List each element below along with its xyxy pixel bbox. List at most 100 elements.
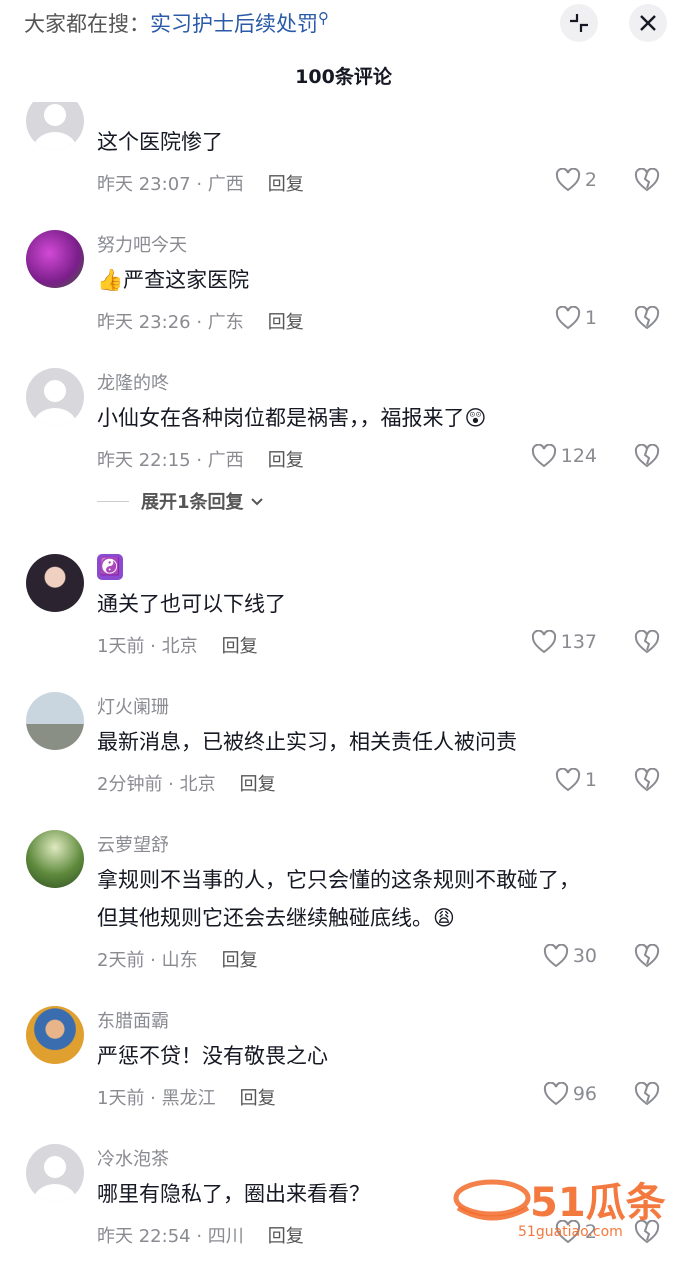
like-button[interactable]: 1 [555,306,597,330]
like-count: 1 [584,769,597,791]
watermark-brand: 51瓜条 [530,1180,666,1226]
comment-time: 昨天 23:07 · 广西 [97,174,244,195]
comment-time: 1天前 · 北京 [97,636,198,657]
comment-meta: 1天前 · 黑龙江 回复 [97,1084,276,1110]
search-suggestion[interactable]: 大家都在搜：实习护士后续处罚⚲ [24,8,329,38]
reply-button[interactable]: 回复 [222,636,258,657]
comment-username[interactable]: 冷水泡茶 [97,1145,169,1171]
like-count: 2 [584,169,597,191]
like-count: 96 [572,1083,597,1105]
heart-icon [555,168,581,192]
comment-item: 龙隆的咚 小仙女在各种岗位都是祸害，，福报来了😲 昨天 22:15 · 广西 回复… [0,368,687,506]
broken-heart-icon [634,767,660,792]
comment-text: 哪里有隐私了，圈出来看看？ [97,1182,370,1206]
comment-text: 通关了也可以下线了 [97,592,286,616]
like-button[interactable]: 1 [555,768,597,792]
like-button[interactable]: 137 [531,630,597,654]
avatar[interactable] [26,830,84,888]
heart-icon [543,944,568,968]
avatar[interactable] [26,1006,84,1064]
search-term[interactable]: 实习护士后续处罚 [150,12,318,36]
user-badge: ☯️ [97,554,123,580]
collapse-icon [570,14,588,32]
close-button[interactable] [629,4,667,42]
comment-text: 👍严查这家医院 [97,268,250,292]
comment-count: 100条评论 [295,66,392,88]
like-button[interactable]: 96 [543,1082,597,1106]
comment-text: 这个医院惨了 [97,130,223,154]
heart-icon [543,1082,568,1106]
comment-meta: 昨天 22:54 · 四川 回复 [97,1222,304,1248]
like-count: 1 [584,307,597,329]
comment-text: 拿规则不当事的人，它只会懂的这条规则不敢碰了， [97,868,580,892]
broken-heart-icon [634,305,660,330]
heart-icon [531,630,556,654]
comment-meta: 昨天 22:15 · 广西 回复 [97,446,304,472]
like-button[interactable]: 2 [555,168,597,192]
avatar[interactable] [26,368,84,426]
reply-button[interactable]: 回复 [268,1226,304,1247]
heart-icon [555,768,581,792]
comment-text-line-2: 但其他规则它还会去继续触碰底线。😩 [97,906,455,930]
reply-button[interactable]: 回复 [268,174,304,195]
comment-username[interactable]: 龙隆的咚 [97,369,169,395]
comment-time: 1天前 · 黑龙江 [97,1088,216,1109]
dislike-button[interactable] [634,305,660,334]
like-button[interactable]: 30 [543,944,597,968]
reply-button[interactable]: 回复 [240,774,276,795]
collapse-button[interactable] [560,4,598,42]
like-count: 124 [560,445,597,467]
comment-username[interactable]: 东腊面霸 [97,1007,169,1033]
like-count: 30 [572,945,597,967]
comment-item: 东腊面霸 严惩不贷！没有敬畏之心 1天前 · 黑龙江 回复 96 [0,1006,687,1144]
avatar[interactable] [26,554,84,612]
comment-item: 这个医院惨了 昨天 23:07 · 广西 回复 2 [0,92,687,230]
comment-username[interactable]: 云萝望舒 [97,831,169,857]
expand-replies-label: 展开1条回复 [141,492,244,513]
like-button[interactable]: 124 [531,444,597,468]
dislike-button[interactable] [634,167,660,196]
dislike-button[interactable] [634,443,660,472]
comment-meta: 昨天 23:26 · 广东 回复 [97,308,304,334]
avatar[interactable] [26,1144,84,1202]
avatar[interactable] [26,692,84,750]
dislike-button[interactable] [634,629,660,658]
dislike-button[interactable] [634,767,660,796]
comments-header: 大家都在搜：实习护士后续处罚⚲ 100条评论 [0,0,687,102]
reply-button[interactable]: 回复 [268,312,304,333]
comment-meta: 昨天 23:07 · 广西 回复 [97,170,304,196]
heart-icon [531,444,556,468]
comment-text: 最新消息，已被终止实习，相关责任人被问责 [97,730,517,754]
reply-button[interactable]: 回复 [268,450,304,471]
reply-button[interactable]: 回复 [240,1088,276,1109]
comment-meta: 2分钟前 · 北京 回复 [97,770,276,796]
comment-text: 小仙女在各种岗位都是祸害，，福报来了😲 [97,406,487,430]
comment-time: 2分钟前 · 北京 [97,774,216,795]
comment-meta: 2天前 · 山东 回复 [97,946,258,972]
comment-time: 昨天 22:54 · 四川 [97,1226,244,1247]
comment-username[interactable]: 灯火阑珊 [97,693,169,719]
comment-item: 灯火阑珊 最新消息，已被终止实习，相关责任人被问责 2分钟前 · 北京 回复 1 [0,692,687,830]
broken-heart-icon [634,443,660,468]
expand-replies-button[interactable]: 展开1条回复 [97,488,266,514]
comment-item: 云萝望舒 拿规则不当事的人，它只会懂的这条规则不敢碰了， 但其他规则它还会去继续… [0,830,687,1006]
broken-heart-icon [634,943,660,968]
broken-heart-icon [634,629,660,654]
watermark-logo: 51瓜条 51guatiao.com [448,1168,668,1248]
comment-time: 昨天 23:26 · 广东 [97,312,244,333]
comment-username[interactable]: 努力吧今天 [97,231,187,257]
like-count: 137 [560,631,597,653]
dislike-button[interactable] [634,943,660,972]
watermark-url: 51guatiao.com [518,1224,623,1240]
comment-time: 昨天 22:15 · 广西 [97,450,244,471]
search-prefix: 大家都在搜： [24,12,150,36]
reply-button[interactable]: 回复 [222,950,258,971]
search-icon: ⚲ [318,9,329,27]
heart-icon [555,306,581,330]
comment-meta: 1天前 · 北京 回复 [97,632,258,658]
comment-item: ☯️ 通关了也可以下线了 1天前 · 北京 回复 137 [0,554,687,692]
divider-line [97,500,129,502]
dislike-button[interactable] [634,1081,660,1110]
chevron-down-icon [250,498,263,506]
avatar[interactable] [26,230,84,288]
